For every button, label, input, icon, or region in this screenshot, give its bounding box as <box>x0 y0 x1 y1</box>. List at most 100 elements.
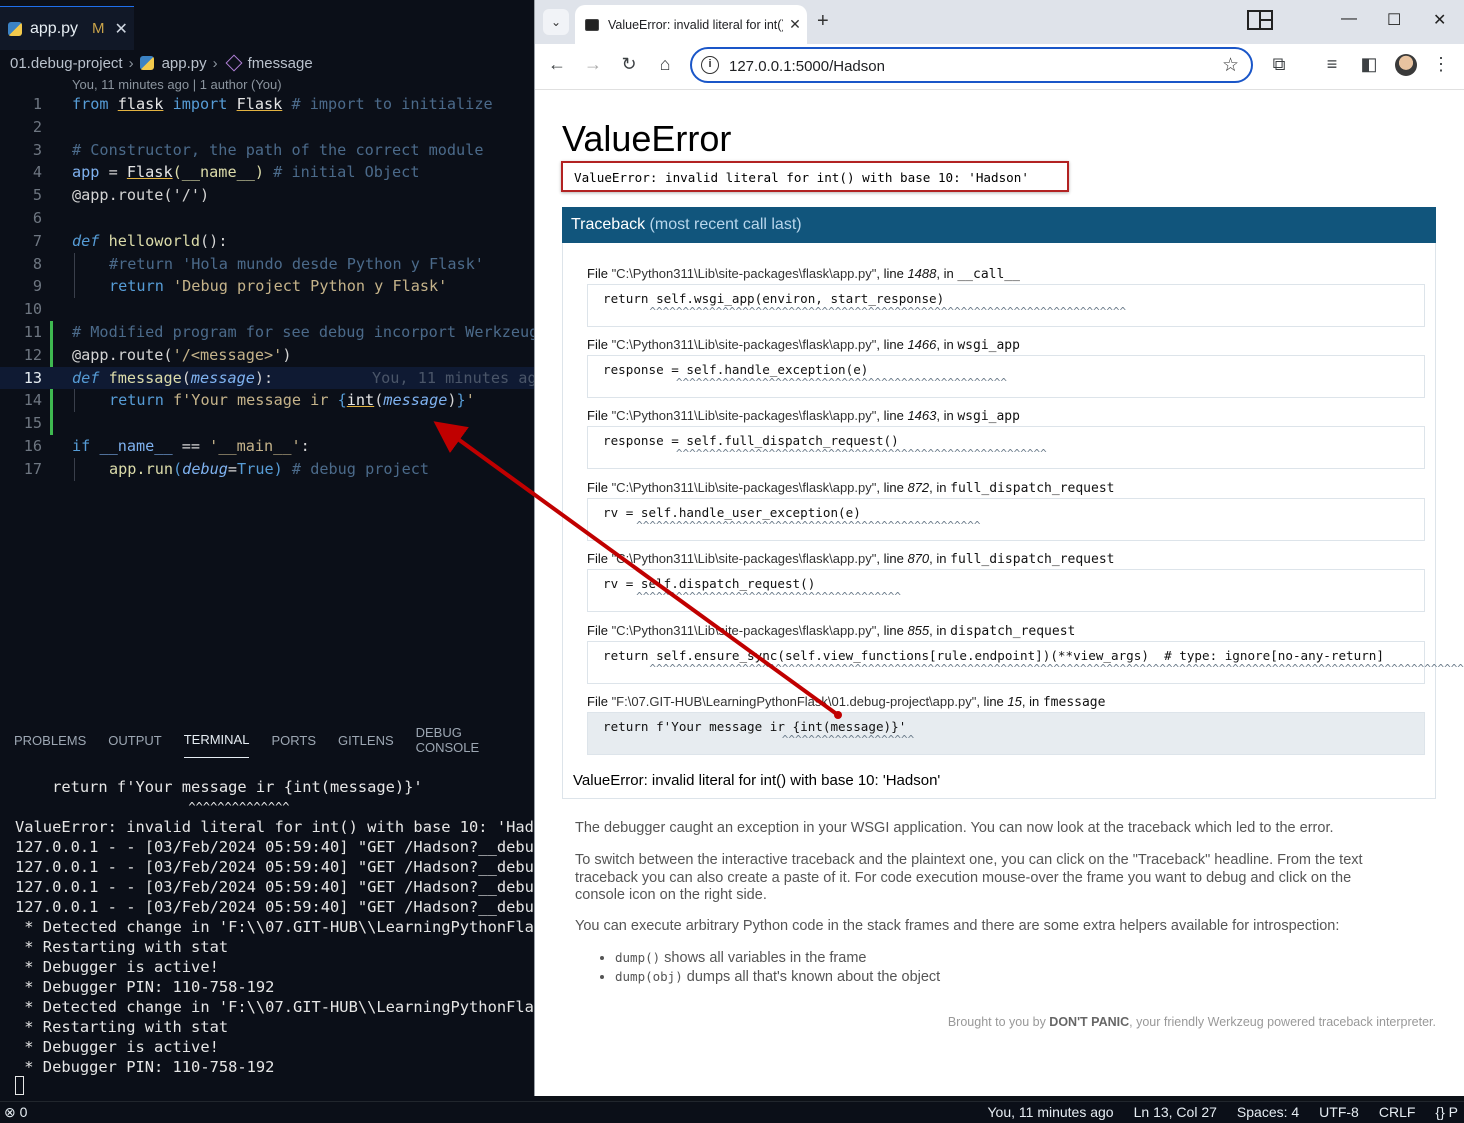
frame-code-block[interactable]: return f'Your message ir {int(message)}'… <box>587 712 1425 755</box>
code-line[interactable]: 14 return f'Your message ir {int(message)… <box>0 389 540 412</box>
code-line[interactable]: 16 if __name__ == '__main__': <box>0 435 540 458</box>
frame-code-block[interactable]: rv = self.handle_user_exception(e) ^^^^^… <box>587 498 1425 541</box>
code-token: (__name__) <box>172 163 265 182</box>
helper-code: dump() <box>615 950 661 965</box>
tab-debug-console[interactable]: DEBUG CONSOLE <box>416 715 518 765</box>
frame-function: wsgi_app <box>957 409 1020 424</box>
footer-text: , your friendly Werkzeug powered traceba… <box>1129 1015 1436 1029</box>
frame-code-block[interactable]: response = self.full_dispatch_request() … <box>587 426 1425 469</box>
tab-ports[interactable]: PORTS <box>271 723 316 758</box>
code-line[interactable]: 17 app.run(debug=True) # debug project <box>0 458 540 481</box>
code-line[interactable]: 2 <box>0 116 540 139</box>
line-number: 6 <box>32 209 42 227</box>
status-cursor-position[interactable]: Ln 13, Col 27 <box>1134 1104 1217 1120</box>
extensions-icon[interactable]: ⧉ <box>1267 54 1291 75</box>
frame-header: File "C:\Python311\Lib\site-packages\fla… <box>587 551 1115 567</box>
status-encoding[interactable]: UTF-8 <box>1319 1104 1359 1120</box>
minimize-icon[interactable]: — <box>1341 10 1357 28</box>
tab-search-icon[interactable]: ⌄ <box>543 9 569 35</box>
problems-count[interactable]: ⊗ 0 <box>4 1104 27 1121</box>
terminal-output[interactable]: return f'Your message ir {int(message)}'… <box>0 777 540 1097</box>
code-line[interactable]: 5 @app.route('/') <box>0 184 540 207</box>
code-line[interactable]: 12 @app.route('/<message>') <box>0 344 540 367</box>
frame-code-block[interactable]: return self.wsgi_app(environ, start_resp… <box>587 284 1425 327</box>
home-icon[interactable]: ⌂ <box>653 54 677 75</box>
code-line[interactable]: 15 <box>0 412 540 435</box>
side-panel-icon[interactable]: ◧ <box>1357 54 1381 75</box>
split-layout-icon[interactable] <box>1247 10 1273 30</box>
status-git-blame[interactable]: You, 11 minutes ago <box>988 1104 1114 1120</box>
code-token: return <box>109 391 164 410</box>
code-editor[interactable]: 1 from flask import Flask # import to ini… <box>0 93 546 488</box>
frame-file-path: "F:\07.GIT-HUB\LearningPythonFlask\01.de… <box>611 694 977 709</box>
reload-icon[interactable]: ↻ <box>617 54 641 75</box>
tab-gitlens[interactable]: GITLENS <box>338 723 394 758</box>
status-eol[interactable]: CRLF <box>1379 1104 1416 1120</box>
media-queue-icon[interactable]: ≡ <box>1320 54 1344 75</box>
frame-file-path: "C:\Python311\Lib\site-packages\flask\ap… <box>611 480 877 495</box>
url-input[interactable] <box>729 55 1209 77</box>
frame-label: File <box>587 266 612 281</box>
code-token: ) <box>447 391 457 410</box>
code-line[interactable]: 4 app = Flask(__name__) # initial Object <box>0 161 540 184</box>
new-tab-icon[interactable]: + <box>817 10 829 33</box>
status-language[interactable]: {} P <box>1435 1104 1458 1120</box>
tab-terminal[interactable]: TERMINAL <box>183 722 250 758</box>
frame-code-block[interactable]: response = self.handle_exception(e) ^^^^… <box>587 355 1425 398</box>
code-line[interactable]: 10 <box>0 298 540 321</box>
frame-source-line: return self.ensure_sync(self.view_functi… <box>603 648 1384 663</box>
code-line-active[interactable]: 13 def fmessage(message): You, 11 minutes … <box>0 366 546 390</box>
breadcrumb-file[interactable]: app.py <box>162 55 207 72</box>
address-bar[interactable]: i ☆ <box>690 47 1253 83</box>
python-file-icon <box>139 56 154 70</box>
code-line[interactable]: 1 from flask import Flask # import to ini… <box>0 93 540 116</box>
code-token: True <box>237 459 274 478</box>
breadcrumb-symbol[interactable]: fmessage <box>248 55 313 72</box>
code-line[interactable]: 6 <box>0 207 540 230</box>
frame-header: File "C:\Python311\Lib\site-packages\fla… <box>587 623 1075 639</box>
line-number: 16 <box>23 437 42 455</box>
traceback-title: Traceback <box>571 216 646 233</box>
tab-output[interactable]: OUTPUT <box>108 723 161 758</box>
frame-caret-marker: ^^^^^^^^^^^^^^^^^^^^^^^^^^^^^^^^^^^^^^^^… <box>649 662 1464 675</box>
code-comment: # Constructor, the path of the correct m… <box>72 140 484 159</box>
frame-file-path: "C:\Python311\Lib\site-packages\flask\ap… <box>611 623 877 638</box>
profile-avatar[interactable] <box>1395 54 1417 76</box>
close-icon[interactable]: ✕ <box>115 19 128 39</box>
forward-arrow-icon[interactable]: → <box>581 54 605 75</box>
frame-code-block[interactable]: rv = self.dispatch_request() ^^^^^^^^^^^… <box>587 569 1425 612</box>
kebab-menu-icon[interactable]: ⋮ <box>1429 54 1453 75</box>
line-number: 15 <box>23 414 42 433</box>
bookmark-star-icon[interactable]: ☆ <box>1222 54 1239 77</box>
frame-source-line: response = self.full_dispatch_request() <box>603 433 899 448</box>
traceback-header[interactable]: Traceback (most recent call last) <box>562 207 1436 243</box>
line-number: 13 <box>23 368 42 387</box>
line-number: 3 <box>32 140 42 159</box>
code-line[interactable]: 9 return 'Debug project Python y Flask' <box>0 275 540 298</box>
code-line[interactable]: 7 def helloworld(): <box>0 230 540 253</box>
frame-label: File <box>587 480 612 495</box>
status-indentation[interactable]: Spaces: 4 <box>1237 1104 1299 1120</box>
frame-code-block[interactable]: return self.ensure_sync(self.view_functi… <box>587 641 1464 684</box>
frame-function: full_dispatch_request <box>950 552 1115 567</box>
editor-tab-app-py[interactable]: app.py M ✕ <box>0 6 134 50</box>
editor-tab-bar: app.py M ✕ <box>0 0 540 50</box>
back-arrow-icon[interactable]: ← <box>545 54 569 75</box>
maximize-icon[interactable]: ☐ <box>1387 10 1401 30</box>
window-close-icon[interactable]: ✕ <box>1433 10 1446 30</box>
site-info-icon[interactable]: i <box>701 56 719 74</box>
code-line[interactable]: 8 #return 'Hola mundo desde Python y Flas… <box>0 253 540 276</box>
code-token: ) <box>282 345 292 364</box>
list-item: dump(obj) dumps all that's known about t… <box>615 968 1395 987</box>
line-number: 2 <box>32 117 42 136</box>
gitlens-blame-header[interactable]: You, 11 minutes ago | 1 author (You) <box>72 77 282 92</box>
close-tab-icon[interactable]: ✕ <box>783 16 807 33</box>
breadcrumb-folder[interactable]: 01.debug-project <box>10 55 123 72</box>
code-line[interactable]: 3 # Constructor, the path of the correct … <box>0 139 540 162</box>
terminal-line: * Detected change in 'F:\\07.GIT-HUB\\Le… <box>24 998 540 1016</box>
code-token: def <box>72 231 100 250</box>
code-line[interactable]: 11 # Modified program for see debug incor… <box>0 321 540 344</box>
browser-tab-active[interactable]: ValueError: invalid literal for int() wi… <box>575 5 807 44</box>
code-comment: # initial Object <box>264 163 420 182</box>
tab-problems[interactable]: PROBLEMS <box>14 723 86 758</box>
